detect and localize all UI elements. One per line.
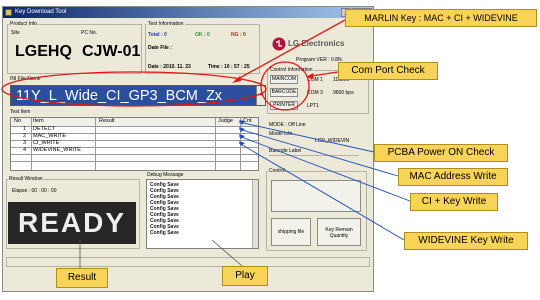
widevine-key-write-callout: WIDEVINE Key Write	[404, 232, 528, 250]
debug-message-list[interactable]: Config Save Config Save Config Save Conf…	[146, 179, 259, 249]
row-item: CI_WRITE	[33, 140, 60, 146]
table-header-item[interactable]: Item	[33, 118, 44, 125]
table-column-rule	[31, 118, 32, 170]
ini-file-label: INI File Name	[9, 76, 42, 82]
table-rule	[11, 154, 258, 155]
debug-message-label: Debug Message	[146, 172, 185, 178]
test-information-label: Test Information	[147, 21, 185, 27]
row-item: MAC_WRITE	[33, 133, 66, 139]
brand-name: LG Electronics	[288, 39, 345, 48]
table-header-cnt[interactable]: Cnt	[243, 118, 252, 125]
row-no: 4	[23, 147, 27, 153]
quantity-label: Quantity	[329, 233, 349, 239]
total-count: Total : 0	[148, 32, 167, 38]
date-value: Date : 2010. 11. 23	[148, 64, 191, 70]
barcode-divider	[269, 155, 359, 156]
marlin-key-callout: MARLIN Key : MAC + CI + WIDEVINE	[345, 9, 537, 27]
model-info-label: Model Info	[269, 131, 293, 137]
window-title: Key Download Tool	[15, 9, 67, 15]
ready-status: READY	[8, 202, 136, 244]
row-no: 1	[23, 126, 27, 132]
brand-panel: LG Electronics Program VER : 0.8N.	[266, 35, 346, 65]
row-no: 3	[23, 140, 27, 146]
port-printer-lpt: LPT1	[307, 103, 319, 109]
com-port-check-callout: Com Port Check	[338, 62, 438, 80]
row-item: WIDEVINE_WRITE	[33, 147, 81, 153]
time-value: Time : 10 : 57 : 25	[208, 64, 250, 70]
table-rule	[11, 161, 258, 162]
status-bar	[6, 257, 370, 267]
key-remain-quantity-button[interactable]: Key Remain Quantity	[317, 218, 361, 246]
debug-scrollbar[interactable]	[252, 180, 258, 248]
port-device-printer[interactable]: PRINTER	[270, 101, 298, 110]
test-item-table: No Item Result Judge Cnt 1 DETECT 2 MAC_…	[10, 117, 259, 171]
elapse-time: Elapse : 00 : 00 : 00	[12, 188, 57, 194]
port-barcode-rate: 9600 bps	[333, 90, 354, 96]
port-device-maincom[interactable]: MAINCOM	[270, 75, 298, 84]
app-icon	[5, 9, 12, 16]
ci-key-write-callout: CI + Key Write	[410, 193, 498, 211]
debug-line: Config Save	[150, 230, 179, 236]
key-download-tool-window: Key Download Tool _ □ × Product Info. Si…	[2, 6, 374, 292]
mode-status: MODE : Off Line	[269, 122, 306, 128]
mac-address-write-callout: MAC Address Write	[398, 168, 508, 186]
chevron-down-icon[interactable]: ▾	[256, 86, 265, 105]
table-column-rule	[215, 118, 216, 170]
barcode-label: Barcode Label	[269, 148, 302, 154]
table-header-result[interactable]: Result	[99, 118, 115, 125]
table-header-no[interactable]: No	[14, 118, 21, 125]
title-bar[interactable]: Key Download Tool _ □ ×	[3, 7, 373, 18]
ng-count: NG : 0	[231, 32, 246, 38]
ini-file-select[interactable]: 11Y_L_Wide_CI_GP3_BCM_Zx ▾	[10, 85, 266, 106]
control-label: Control	[268, 168, 287, 174]
program-version: Program VER : 0.8N.	[296, 57, 343, 63]
result-callout: Result	[56, 268, 108, 288]
pcno-value: CJW-01	[82, 43, 141, 60]
table-column-rule	[95, 118, 96, 170]
model-info-value: LCD_WIDEVIN	[315, 138, 350, 144]
ok-count: OK : 0	[195, 32, 210, 38]
site-value: LGEHQ	[15, 43, 72, 60]
play-button[interactable]	[271, 180, 361, 212]
date-file: Date File :	[148, 45, 172, 51]
site-label: Site	[11, 30, 20, 36]
lg-logo-icon	[272, 37, 286, 51]
port-barcode-com: COM 3	[307, 90, 323, 96]
row-item: DETECT	[33, 126, 55, 132]
table-header-judge[interactable]: Judge	[218, 118, 233, 125]
pcno-label: PC No.	[81, 30, 98, 36]
table-column-rule	[240, 118, 241, 170]
control-information-label: Control Information	[269, 67, 314, 73]
play-callout: Play	[222, 266, 268, 286]
product-info-label: Product Info.	[9, 21, 40, 27]
row-no: 2	[23, 133, 27, 139]
shipping-file-button[interactable]: shipping file	[271, 218, 311, 246]
ini-file-value: 11Y_L_Wide_CI_GP3_BCM_Zx	[16, 88, 223, 104]
pcba-power-on-callout: PCBA Power ON Check	[374, 144, 508, 162]
test-item-label: Test Item	[9, 109, 32, 115]
port-maincom-com: COM 1	[307, 77, 323, 83]
port-device-barcode[interactable]: BARCODE	[270, 88, 298, 97]
result-window-label: Result Window	[8, 176, 44, 182]
